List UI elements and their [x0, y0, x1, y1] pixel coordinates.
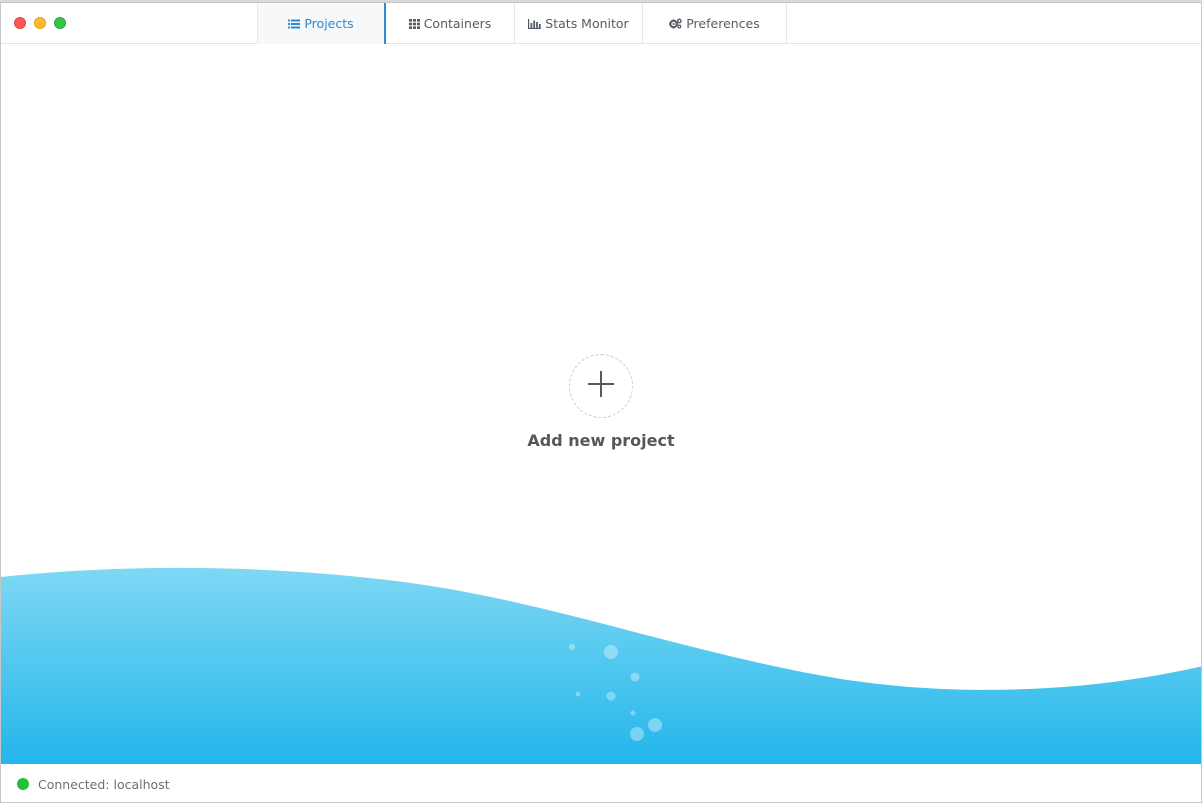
- close-window-button[interactable]: [14, 17, 26, 29]
- list-icon: [288, 19, 301, 29]
- minimize-window-button[interactable]: [34, 17, 46, 29]
- tab-containers[interactable]: Containers: [386, 3, 515, 44]
- bar-chart-icon: [528, 18, 542, 29]
- tab-preferences-label: Preferences: [686, 16, 760, 31]
- app-window: Projects Containers Stats Monitor Prefer…: [0, 2, 1202, 803]
- tab-projects[interactable]: Projects: [257, 3, 386, 44]
- tab-containers-label: Containers: [423, 16, 492, 31]
- connection-status-icon: [17, 778, 29, 790]
- tab-projects-label: Projects: [304, 16, 354, 31]
- status-bar: Connected: localhost: [1, 764, 1201, 802]
- connection-status-text: Connected: localhost: [38, 776, 170, 792]
- gears-icon: [669, 18, 682, 29]
- tab-preferences[interactable]: Preferences: [643, 3, 787, 44]
- projects-panel: Add new project: [1, 44, 1201, 764]
- title-bar: Projects Containers Stats Monitor Prefer…: [1, 3, 1201, 44]
- plus-icon: [586, 369, 616, 403]
- tab-stats-monitor-label: Stats Monitor: [545, 16, 629, 31]
- grid-icon: [408, 18, 420, 29]
- maximize-window-button[interactable]: [54, 17, 66, 29]
- main-tabs: Projects Containers Stats Monitor Prefer…: [257, 3, 787, 44]
- add-project-button[interactable]: [569, 354, 633, 418]
- add-project-area: Add new project: [1, 354, 1201, 450]
- tab-stats-monitor[interactable]: Stats Monitor: [515, 3, 643, 44]
- add-project-label[interactable]: Add new project: [527, 431, 674, 450]
